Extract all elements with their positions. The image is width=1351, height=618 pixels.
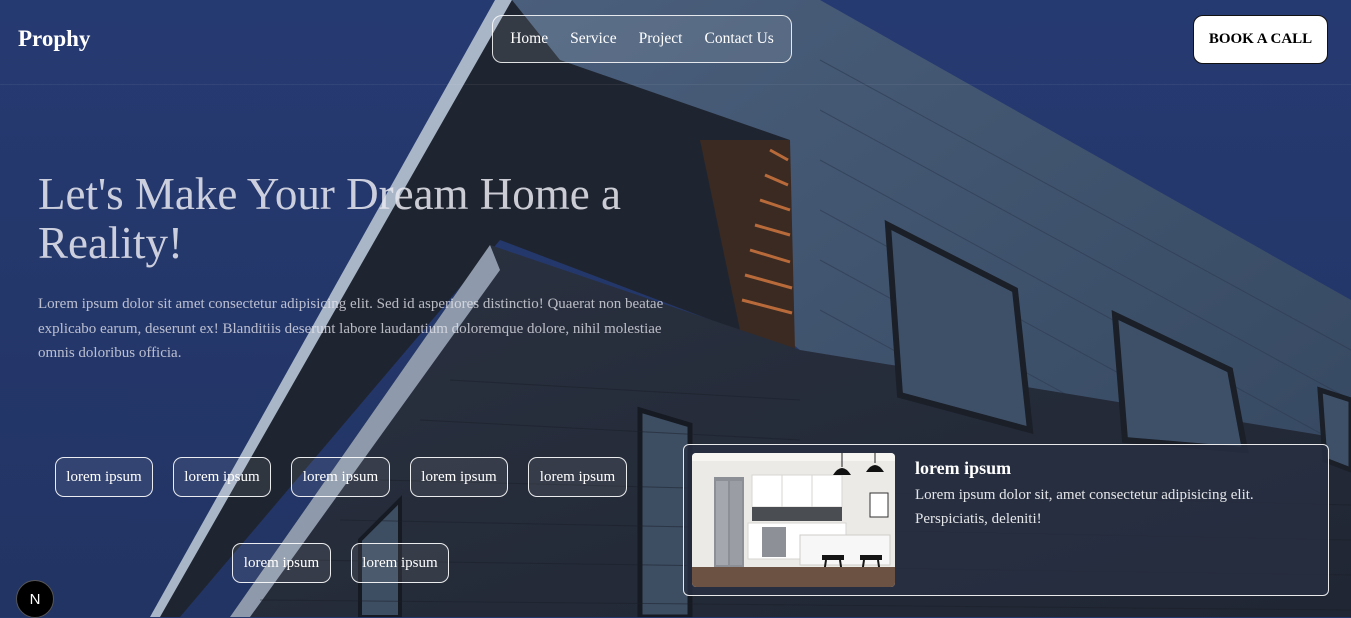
tag-pill[interactable]: lorem ipsum [232, 543, 331, 583]
tag-pill[interactable]: lorem ipsum [291, 457, 390, 497]
tag-pill[interactable]: lorem ipsum [351, 543, 449, 583]
tag-pill[interactable]: lorem ipsum [528, 457, 627, 497]
nav-contact-link[interactable]: Contact Us [704, 30, 773, 48]
kitchen-photo-icon [692, 453, 895, 587]
card-text: Lorem ipsum dolor sit, amet consectetur … [915, 487, 1254, 527]
feature-card[interactable]: lorem ipsum Lorem ipsum dolor sit, amet … [683, 444, 1329, 596]
hero-description: Lorem ipsum dolor sit amet consectetur a… [38, 296, 664, 361]
nav-home-link[interactable]: Home [510, 30, 548, 48]
tag-pill[interactable]: lorem ipsum [410, 457, 508, 497]
hero-title: Let's Make Your Dream Home a Reality! [38, 169, 621, 268]
tag-pill[interactable]: lorem ipsum [55, 457, 153, 497]
next-badge-icon[interactable]: N [16, 580, 54, 618]
nav-project-link[interactable]: Project [639, 30, 683, 48]
card-title: lorem ipsum [915, 458, 1012, 478]
tag-pill[interactable]: lorem ipsum [173, 457, 271, 497]
site-header: Prophy Home Service Project Contact Us B… [0, 0, 1351, 85]
nav-service-link[interactable]: Service [570, 30, 616, 48]
main-nav: Home Service Project Contact Us [492, 15, 792, 63]
book-a-call-button[interactable]: BOOK A CALL [1193, 15, 1328, 64]
brand-logo[interactable]: Prophy [18, 26, 90, 52]
